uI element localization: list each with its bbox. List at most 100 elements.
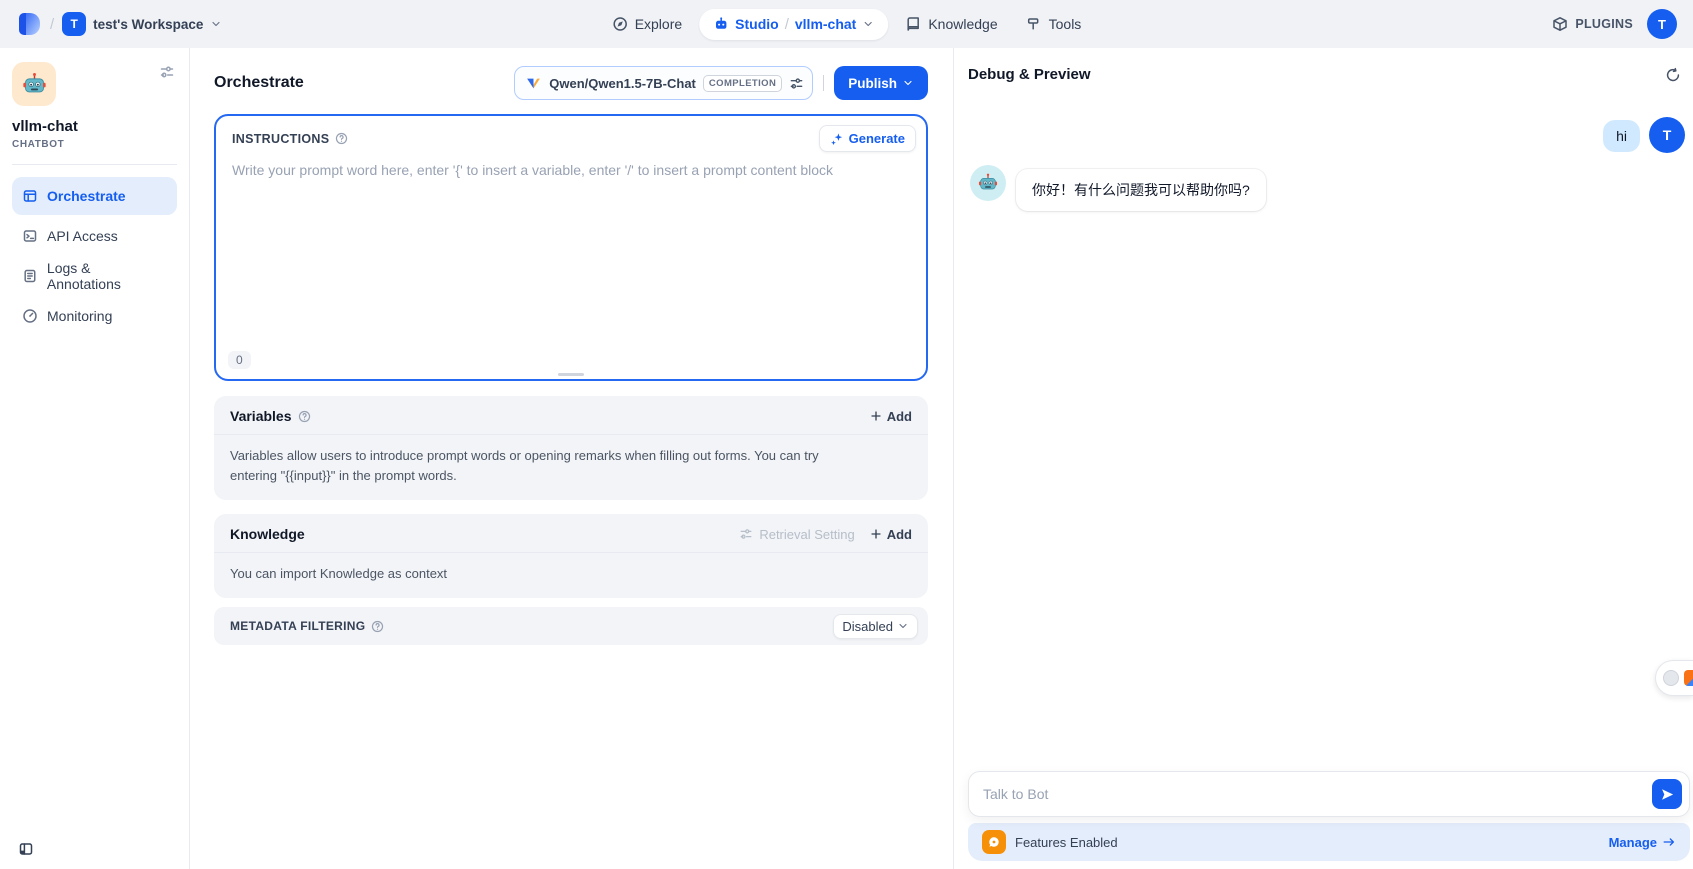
- workspace-avatar: T: [62, 12, 86, 36]
- metadata-filtering-row: METADATA FILTERING Disabled: [214, 607, 928, 645]
- generate-label: Generate: [849, 131, 905, 146]
- resize-handle[interactable]: [558, 373, 584, 376]
- app-type-badge: CHATBOT: [12, 139, 177, 150]
- top-header: / T test's Workspace Explore Studio / vl…: [0, 0, 1693, 48]
- debug-preview-title: Debug & Preview: [968, 66, 1091, 83]
- sidebar-item-label: API Access: [47, 228, 118, 244]
- chevron-down-icon: [862, 18, 874, 30]
- nav-knowledge-label: Knowledge: [928, 16, 997, 32]
- sidebar-item-label: Orchestrate: [47, 188, 126, 204]
- vllm-logo-icon: [525, 75, 542, 92]
- widget-app-icon: [1684, 670, 1693, 686]
- separator: /: [785, 16, 789, 33]
- chat-message-bot: 你好！有什么问题我可以帮助你吗?: [968, 165, 1685, 211]
- chat-message-user: hi T: [968, 117, 1685, 153]
- divider: [12, 164, 177, 165]
- layout-icon: [22, 188, 38, 204]
- app-sidebar: vllm-chat CHATBOT Orchestrate API Access…: [0, 48, 190, 869]
- publish-button[interactable]: Publish: [834, 66, 928, 100]
- help-icon[interactable]: [298, 410, 311, 423]
- nav-current-app: vllm-chat: [795, 16, 856, 32]
- nav-studio-active[interactable]: Studio / vllm-chat: [699, 9, 888, 40]
- model-mode-badge: COMPLETION: [703, 75, 782, 92]
- add-knowledge-button[interactable]: Add: [869, 527, 912, 542]
- document-icon: [22, 268, 38, 284]
- robot-emoji-icon: [21, 71, 48, 98]
- hammer-icon: [1026, 16, 1042, 32]
- page-title: Orchestrate: [214, 74, 304, 92]
- chevron-down-icon: [210, 18, 222, 30]
- plus-icon: [869, 409, 883, 423]
- sidebar-item-logs-annotations[interactable]: Logs & Annotations: [12, 257, 177, 295]
- bot-message-bubble: 你好！有什么问题我可以帮助你吗?: [1016, 169, 1266, 211]
- divider: [823, 75, 824, 91]
- plugins-button[interactable]: PLUGINS: [1552, 16, 1633, 32]
- manage-features-link[interactable]: Manage: [1609, 835, 1676, 850]
- dify-logo[interactable]: [16, 11, 42, 37]
- bot-chat-avatar: [970, 165, 1006, 201]
- debug-preview-panel: Debug & Preview hi T: [953, 48, 1693, 869]
- app-settings-button[interactable]: [157, 62, 177, 82]
- restart-conversation-icon[interactable]: [1665, 67, 1681, 83]
- sidebar-item-api-access[interactable]: API Access: [12, 217, 177, 255]
- workspace-name: test's Workspace: [93, 17, 203, 32]
- metadata-filtering-title: METADATA FILTERING: [230, 619, 365, 633]
- retrieval-setting-button[interactable]: Retrieval Setting: [739, 527, 854, 542]
- features-icon: [982, 830, 1006, 854]
- robot-emoji-icon: [977, 172, 999, 194]
- robot-icon: [713, 16, 729, 32]
- sidebar-item-monitoring[interactable]: Monitoring: [12, 297, 177, 335]
- generate-button[interactable]: Generate: [819, 125, 916, 152]
- sliders-icon: [739, 527, 753, 541]
- workspace-switcher[interactable]: T test's Workspace: [62, 12, 222, 36]
- collapse-sidebar-button[interactable]: [18, 841, 34, 857]
- model-name: Qwen/Qwen1.5-7B-Chat: [549, 76, 696, 91]
- features-bar: Features Enabled Manage: [968, 823, 1690, 861]
- retrieval-setting-label: Retrieval Setting: [759, 527, 854, 542]
- app-name: vllm-chat: [12, 118, 177, 135]
- instructions-input[interactable]: [216, 156, 926, 379]
- sidebar-item-orchestrate[interactable]: Orchestrate: [12, 177, 177, 215]
- package-icon: [1552, 16, 1568, 32]
- sparkles-icon: [830, 132, 844, 146]
- nav-tools[interactable]: Tools: [1015, 9, 1093, 39]
- gauge-icon: [22, 308, 38, 324]
- variables-title: Variables: [230, 408, 292, 424]
- terminal-icon: [22, 228, 38, 244]
- chevron-down-icon: [902, 77, 914, 89]
- model-selector[interactable]: Qwen/Qwen1.5-7B-Chat COMPLETION: [514, 66, 813, 100]
- nav-knowledge[interactable]: Knowledge: [894, 9, 1008, 39]
- widget-dot-icon: [1663, 670, 1679, 686]
- plus-icon: [869, 527, 883, 541]
- add-label: Add: [887, 527, 912, 542]
- user-chat-avatar: T: [1649, 117, 1685, 153]
- knowledge-title: Knowledge: [230, 526, 305, 542]
- model-config-sliders-icon: [789, 76, 804, 91]
- add-variable-button[interactable]: Add: [869, 409, 912, 424]
- send-button[interactable]: [1652, 779, 1682, 809]
- knowledge-panel: Knowledge Retrieval Setting Add: [214, 514, 928, 598]
- send-icon: [1660, 787, 1675, 802]
- variables-panel: Variables Add Variables allow users to i…: [214, 396, 928, 500]
- help-icon[interactable]: [371, 620, 384, 633]
- user-message-bubble: hi: [1603, 120, 1640, 152]
- nav-tools-label: Tools: [1049, 16, 1082, 32]
- orchestrate-panel: Orchestrate Qwen/Qwen1.5-7B-Chat COMPLET…: [190, 48, 953, 869]
- nav-explore[interactable]: Explore: [601, 9, 693, 39]
- floating-widget[interactable]: [1655, 660, 1693, 696]
- add-label: Add: [887, 409, 912, 424]
- app-avatar: [12, 62, 56, 106]
- account-avatar[interactable]: T: [1647, 9, 1677, 39]
- metadata-filtering-value: Disabled: [842, 619, 893, 634]
- features-label: Features Enabled: [1015, 835, 1118, 850]
- chat-input[interactable]: [968, 771, 1690, 817]
- manage-label: Manage: [1609, 835, 1657, 850]
- nav-studio-label: Studio: [735, 16, 779, 32]
- help-icon[interactable]: [335, 132, 348, 145]
- metadata-filtering-select[interactable]: Disabled: [833, 614, 918, 639]
- sliders-icon: [159, 64, 175, 80]
- separator: /: [50, 16, 54, 33]
- instructions-title: INSTRUCTIONS: [232, 132, 329, 146]
- book-icon: [905, 16, 921, 32]
- publish-label: Publish: [848, 76, 897, 91]
